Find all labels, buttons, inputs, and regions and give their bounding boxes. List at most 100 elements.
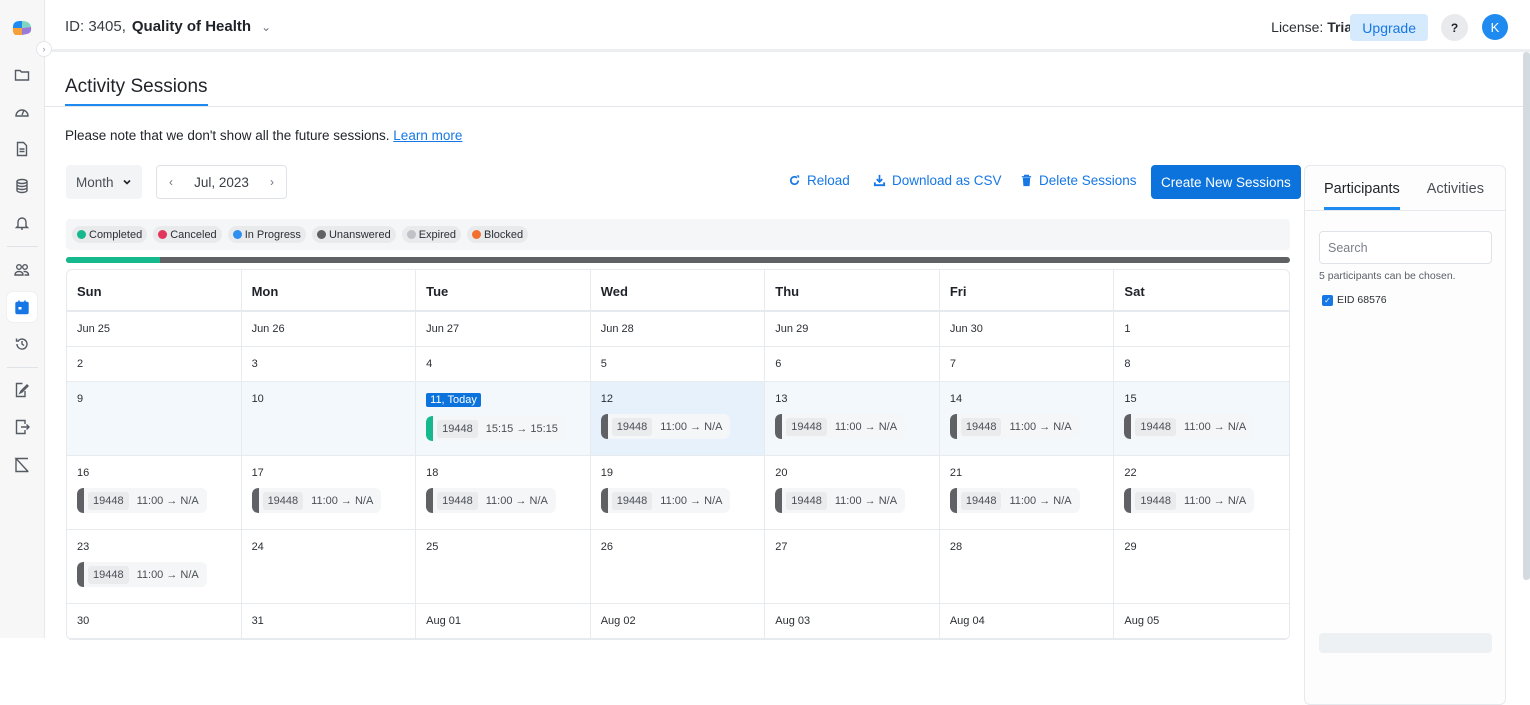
session-status-indicator	[1124, 488, 1131, 513]
sidebar-expand-button[interactable]: ›	[36, 41, 52, 57]
sidebar-item-history[interactable]	[7, 329, 37, 359]
calendar-day-cell[interactable]: 131944811:00 → N/A	[765, 382, 940, 455]
calendar-day-cell[interactable]: 30	[67, 604, 242, 638]
sidebar-item-folders[interactable]	[7, 60, 37, 90]
calendar-day-cell[interactable]: 191944811:00 → N/A	[591, 456, 766, 529]
view-mode-select[interactable]: Month	[66, 165, 142, 199]
calendar-day-cell[interactable]: Jun 28	[591, 312, 766, 346]
sidebar-item-sessions[interactable]	[7, 292, 37, 322]
learn-more-link[interactable]: Learn more	[393, 128, 462, 143]
session-item[interactable]: 1944811:00 → N/A	[601, 414, 731, 439]
checkbox-checked-icon[interactable]: ✓	[1322, 295, 1333, 306]
calendar-day-cell[interactable]: 11, Today1944815:15 → 15:15	[416, 382, 591, 455]
previous-month-button[interactable]: ‹	[169, 175, 173, 189]
calendar-day-cell[interactable]: 7	[940, 347, 1115, 381]
calendar-day-cell[interactable]: 161944811:00 → N/A	[67, 456, 242, 529]
calendar-day-cell[interactable]: 2	[67, 347, 242, 381]
calendar-day-cell[interactable]: Jun 25	[67, 312, 242, 346]
day-label: 22	[1124, 467, 1136, 479]
session-item[interactable]: 1944811:00 → N/A	[426, 488, 556, 513]
calendar-day-cell[interactable]: 8	[1114, 347, 1289, 381]
calendar-day-cell[interactable]: 25	[416, 530, 591, 603]
page-scrollbar[interactable]	[1523, 52, 1530, 580]
calendar-day-cell[interactable]: 26	[591, 530, 766, 603]
help-button[interactable]: ?	[1441, 14, 1468, 41]
session-item[interactable]: 1944811:00 → N/A	[601, 488, 731, 513]
session-item[interactable]: 1944811:00 → N/A	[1124, 488, 1254, 513]
session-item[interactable]: 1944811:00 → N/A	[77, 488, 207, 513]
calendar-day-cell[interactable]: 171944811:00 → N/A	[242, 456, 417, 529]
sidebar-item-edit-forms[interactable]	[7, 375, 37, 405]
day-label: 10	[252, 393, 264, 405]
day-label: 3	[252, 358, 258, 370]
legend-label: Expired	[419, 229, 456, 241]
calendar-day-cell[interactable]: 121944811:00 → N/A	[591, 382, 766, 455]
calendar-day-cell[interactable]: 141944811:00 → N/A	[940, 382, 1115, 455]
calendar-day-cell[interactable]: 28	[940, 530, 1115, 603]
session-item[interactable]: 1944811:00 → N/A	[77, 562, 207, 587]
session-item[interactable]: 1944811:00 → N/A	[775, 414, 905, 439]
calendar-day-cell[interactable]: 211944811:00 → N/A	[940, 456, 1115, 529]
calendar-day-cell[interactable]: 5	[591, 347, 766, 381]
calendar-day-cell[interactable]: Aug 02	[591, 604, 766, 638]
calendar-day-cell[interactable]: Jun 26	[242, 312, 417, 346]
day-label: 30	[77, 615, 89, 627]
sidebar-item-dashboard[interactable]	[7, 97, 37, 127]
tab-activities[interactable]: Activities	[1427, 166, 1484, 210]
session-item[interactable]: 1944811:00 → N/A	[252, 488, 382, 513]
day-label: 31	[252, 615, 264, 627]
panel-footer-button[interactable]	[1319, 633, 1492, 653]
calendar-day-cell[interactable]: Jun 27	[416, 312, 591, 346]
calendar-day-cell[interactable]: 4	[416, 347, 591, 381]
session-item[interactable]: 1944811:00 → N/A	[950, 414, 1080, 439]
participant-label: EID 68576	[1337, 294, 1387, 306]
sidebar-item-analysis[interactable]	[7, 450, 37, 480]
sidebar-item-documents[interactable]	[7, 134, 37, 164]
sidebar-item-export[interactable]	[7, 412, 37, 442]
calendar-day-cell[interactable]: 6	[765, 347, 940, 381]
session-item[interactable]: 1944811:00 → N/A	[950, 488, 1080, 513]
session-status-indicator	[950, 414, 957, 439]
reload-button[interactable]: Reload	[788, 173, 850, 188]
calendar-day-cell[interactable]: 231944811:00 → N/A	[67, 530, 242, 603]
session-participant-id: 19448	[1135, 418, 1176, 436]
upgrade-button[interactable]: Upgrade	[1350, 14, 1428, 41]
delete-sessions-button[interactable]: Delete Sessions	[1020, 173, 1137, 188]
create-new-sessions-button[interactable]: Create New Sessions	[1151, 165, 1301, 199]
calendar-day-cell[interactable]: 201944811:00 → N/A	[765, 456, 940, 529]
download-csv-button[interactable]: Download as CSV	[873, 173, 1002, 188]
calendar-day-cell[interactable]: 24	[242, 530, 417, 603]
day-label: 4	[426, 358, 432, 370]
calendar-day-cell[interactable]: 3	[242, 347, 417, 381]
calendar-day-cell[interactable]: 10	[242, 382, 417, 455]
sidebar-item-participants[interactable]	[7, 255, 37, 285]
calendar-day-cell[interactable]: 31	[242, 604, 417, 638]
tab-participants[interactable]: Participants	[1324, 166, 1400, 210]
participant-search-input[interactable]	[1319, 231, 1492, 264]
calendar-day-cell[interactable]: Aug 01	[416, 604, 591, 638]
calendar-day-cell[interactable]: 9	[67, 382, 242, 455]
app-logo-icon[interactable]	[10, 18, 34, 38]
session-item[interactable]: 1944815:15 → 15:15	[426, 416, 566, 441]
tab-activity-sessions[interactable]: Activity Sessions	[65, 76, 208, 107]
calendar-day-cell[interactable]: Aug 05	[1114, 604, 1289, 638]
calendar-day-cell[interactable]: Aug 03	[765, 604, 940, 638]
session-item[interactable]: 1944811:00 → N/A	[775, 488, 905, 513]
session-item[interactable]: 1944811:00 → N/A	[1124, 414, 1254, 439]
user-avatar[interactable]: K	[1482, 14, 1508, 40]
calendar-day-cell[interactable]: Aug 04	[940, 604, 1115, 638]
calendar-day-cell[interactable]: Jun 29	[765, 312, 940, 346]
calendar-day-cell[interactable]: Jun 30	[940, 312, 1115, 346]
sidebar-item-database[interactable]	[7, 171, 37, 201]
calendar-day-cell[interactable]: 1	[1114, 312, 1289, 346]
calendar-day-cell[interactable]: 29	[1114, 530, 1289, 603]
calendar-day-cell[interactable]: 22 1944811:00 → N/A	[1114, 456, 1289, 529]
project-selector[interactable]: ID: 3405, Quality of Health ⌄	[65, 18, 271, 35]
calendar-day-cell[interactable]: 151944811:00 → N/A	[1114, 382, 1289, 455]
calendar-day-cell[interactable]: 181944811:00 → N/A	[416, 456, 591, 529]
next-month-button[interactable]: ›	[270, 175, 274, 189]
participant-checkbox-item[interactable]: ✓ EID 68576	[1322, 294, 1387, 306]
sidebar-item-notifications[interactable]	[7, 208, 37, 238]
weekday-header: Tue	[416, 270, 591, 313]
calendar-day-cell[interactable]: 27	[765, 530, 940, 603]
